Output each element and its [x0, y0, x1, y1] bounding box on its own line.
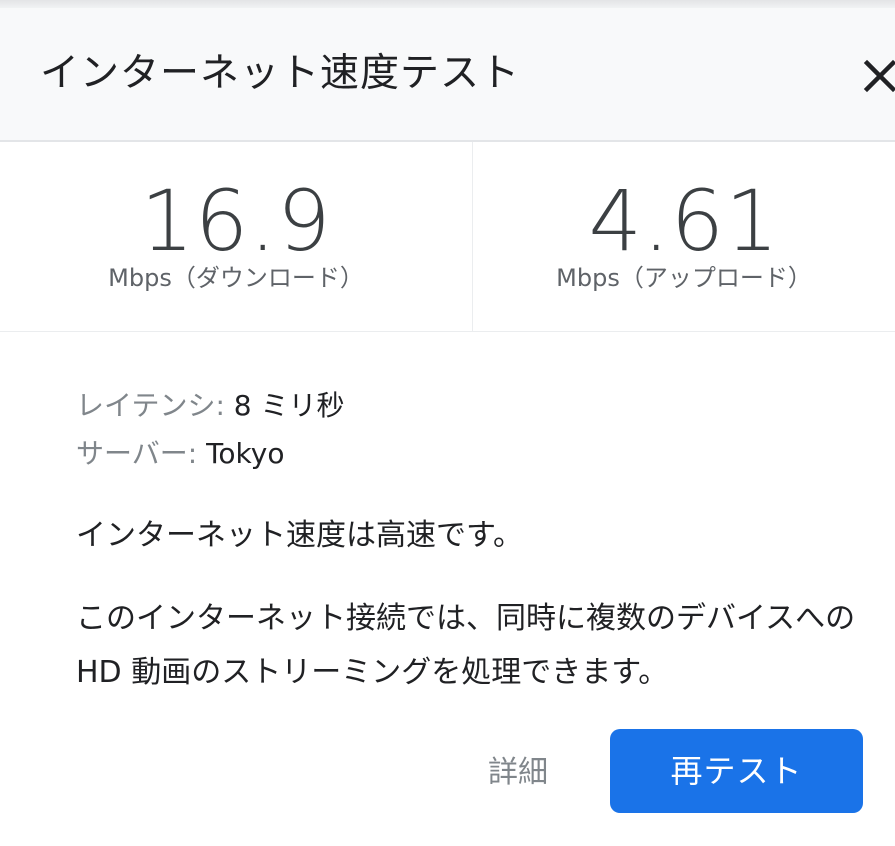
dialog-title: インターネット速度テスト — [40, 51, 521, 96]
close-icon[interactable] — [858, 54, 895, 98]
speed-verdict: インターネット速度は高速です。 — [76, 518, 523, 553]
speed-description: このインターネット接続では、同時に複数のデバイスへの HD 動画のストリーミング… — [76, 601, 856, 690]
upload-speed-value: 4.61 — [588, 172, 780, 270]
retest-button[interactable]: 再テスト — [610, 729, 863, 813]
latency-label: レイテンシ: — [76, 389, 234, 422]
upload-speed-unit: Mbps（アップロード） — [556, 264, 812, 292]
upload-result: 4.61 Mbps（アップロード） — [473, 142, 895, 331]
server-value: Tokyo — [206, 437, 285, 470]
download-result: 16.9 Mbps（ダウンロード） — [0, 142, 472, 331]
download-speed-unit: Mbps（ダウンロード） — [108, 264, 364, 292]
latency-row: レイテンシ: 8 ミリ秒 — [76, 386, 345, 434]
speed-results: 16.9 Mbps（ダウンロード） 4.61 Mbps（アップロード） — [0, 142, 895, 332]
dialog-header: インターネット速度テスト — [0, 8, 895, 142]
download-speed-value: 16.9 — [140, 172, 332, 270]
details-button[interactable]: 詳細 — [470, 748, 566, 798]
connection-info: レイテンシ: 8 ミリ秒 サーバー: Tokyo — [76, 386, 345, 482]
window-top-edge — [0, 0, 895, 8]
server-row: サーバー: Tokyo — [76, 434, 345, 482]
latency-value: 8 ミリ秒 — [233, 389, 345, 422]
server-label: サーバー: — [76, 437, 207, 470]
